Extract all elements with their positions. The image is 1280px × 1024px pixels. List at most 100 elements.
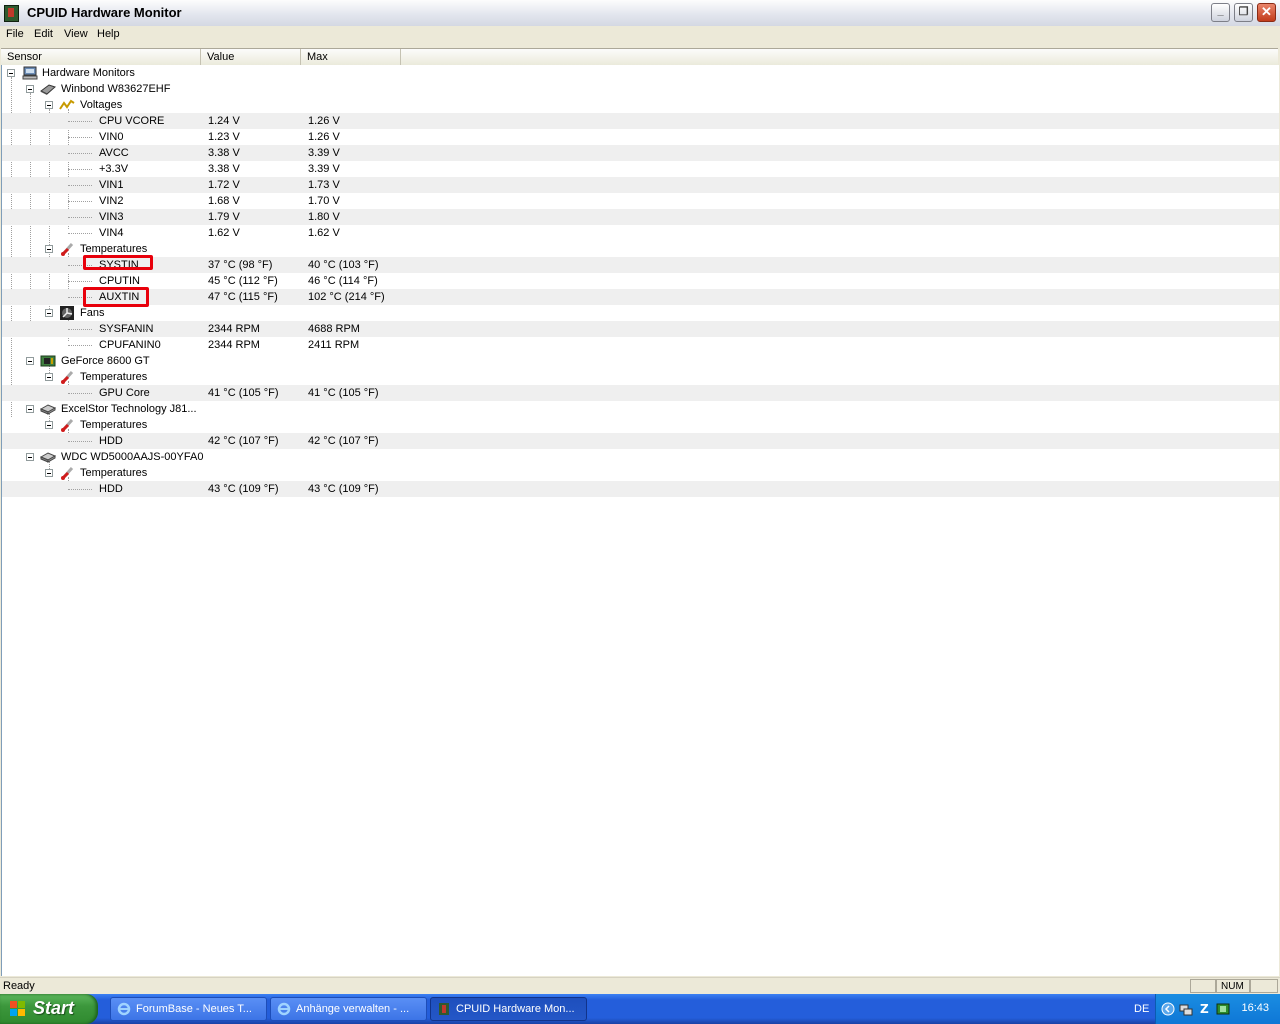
sensor-value: 3.38 V — [208, 163, 240, 175]
tree-row-temperatures[interactable]: Temperatures — [2, 417, 1279, 433]
tree-row-fans[interactable]: Fans — [2, 305, 1279, 321]
hardware-monitor-tray-icon[interactable] — [1216, 1001, 1230, 1016]
taskbar-item-cpuid[interactable]: CPUID Hardware Mon... — [430, 997, 587, 1021]
sensor-value: 45 °C (112 °F) — [208, 275, 278, 287]
sensor-row[interactable]: SYSTIN 37 °C (98 °F) 40 °C (103 °F) — [2, 257, 1279, 273]
sensor-max: 3.39 V — [308, 163, 340, 175]
sensor-row[interactable]: HDD 43 °C (109 °F) 43 °C (109 °F) — [2, 481, 1279, 497]
tree-row-voltages[interactable]: Voltages — [2, 97, 1279, 113]
column-max[interactable]: Max — [301, 49, 401, 65]
sensor-value: 1.23 V — [208, 131, 240, 143]
sensor-row[interactable]: CPUFANIN0 2344 RPM 2411 RPM — [2, 337, 1279, 353]
sensor-row[interactable]: VIN1 1.72 V 1.73 V — [2, 177, 1279, 193]
sensor-row[interactable]: CPUTIN 45 °C (112 °F) 46 °C (114 °F) — [2, 273, 1279, 289]
sensor-tree[interactable]: Hardware Monitors Winbond W83627EHF Volt… — [1, 65, 1279, 976]
sensor-max: 42 °C (107 °F) — [308, 435, 379, 447]
collapse-icon[interactable] — [45, 421, 53, 429]
sensor-row[interactable]: VIN2 1.68 V 1.70 V — [2, 193, 1279, 209]
tree-label: Temperatures — [80, 419, 148, 431]
sensor-row[interactable]: VIN0 1.23 V 1.26 V — [2, 129, 1279, 145]
computer-icon — [22, 66, 38, 80]
sensor-value: 42 °C (107 °F) — [208, 435, 279, 447]
collapse-icon[interactable] — [26, 453, 34, 461]
highlight-mark-auxtin — [83, 287, 149, 307]
close-icon: ✕ — [1261, 4, 1272, 19]
tray-expand-icon[interactable] — [1161, 1002, 1175, 1016]
sensor-row[interactable]: VIN4 1.62 V 1.62 V — [2, 225, 1279, 241]
minimize-button[interactable]: _ — [1211, 3, 1230, 22]
collapse-icon[interactable] — [45, 309, 53, 317]
collapse-icon[interactable] — [26, 85, 34, 93]
status-text: Ready — [3, 980, 35, 992]
sensor-row[interactable]: CPU VCORE 1.24 V 1.26 V — [2, 113, 1279, 129]
tree-row-temperatures[interactable]: Temperatures — [2, 369, 1279, 385]
close-button[interactable]: ✕ — [1257, 3, 1276, 22]
language-indicator[interactable]: DE — [1134, 1003, 1149, 1015]
hard-drive-icon — [40, 452, 56, 463]
sensor-value: 1.68 V — [208, 195, 240, 207]
title-bar[interactable]: CPUID Hardware Monitor _ ❐ ✕ — [0, 0, 1280, 27]
tree-row-geforce[interactable]: GeForce 8600 GT — [2, 353, 1279, 369]
collapse-icon[interactable] — [7, 69, 15, 77]
tree-row-excelstor[interactable]: ExcelStor Technology J81... — [2, 401, 1279, 417]
voltage-icon — [59, 99, 75, 110]
start-label: Start — [33, 998, 75, 1018]
collapse-icon[interactable] — [45, 469, 53, 477]
tree-connector — [68, 121, 92, 122]
column-value[interactable]: Value — [201, 49, 301, 65]
tree-row-wdc[interactable]: WDC WD5000AAJS-00YFA0 — [2, 449, 1279, 465]
sensor-value: 43 °C (109 °F) — [208, 483, 279, 495]
hard-drive-icon — [40, 404, 56, 415]
tree-connector — [68, 345, 92, 346]
tree-row-root[interactable]: Hardware Monitors — [2, 65, 1279, 81]
taskbar-item-forumbase[interactable]: ForumBase - Neues T... — [110, 997, 267, 1021]
restore-button[interactable]: ❐ — [1234, 3, 1253, 22]
minimize-icon: _ — [1217, 5, 1224, 17]
sensor-row[interactable]: HDD 42 °C (107 °F) 42 °C (107 °F) — [2, 433, 1279, 449]
tree-label: Winbond W83627EHF — [61, 83, 171, 95]
menu-file[interactable]: File — [6, 28, 24, 40]
sensor-row[interactable]: AVCC 3.38 V 3.39 V — [2, 145, 1279, 161]
sensor-name: VIN2 — [99, 195, 124, 207]
menu-view[interactable]: View — [64, 28, 88, 40]
status-pane — [1190, 979, 1216, 993]
sensor-row[interactable]: AUXTIN 47 °C (115 °F) 102 °C (214 °F) — [2, 289, 1279, 305]
sensor-max: 1.80 V — [308, 211, 340, 223]
tree-label: Temperatures — [80, 371, 148, 383]
collapse-icon[interactable] — [26, 405, 34, 413]
menu-edit[interactable]: Edit — [34, 28, 53, 40]
start-button[interactable]: Start — [0, 994, 98, 1024]
taskbar-item-anhaenge[interactable]: Anhänge verwalten - ... — [270, 997, 427, 1021]
sensor-name: VIN1 — [99, 179, 124, 191]
graphics-card-icon — [40, 355, 56, 367]
collapse-icon[interactable] — [45, 245, 53, 253]
window-title: CPUID Hardware Monitor — [27, 5, 182, 20]
collapse-icon[interactable] — [45, 101, 53, 109]
sensor-row[interactable]: +3.3V 3.38 V 3.39 V — [2, 161, 1279, 177]
collapse-icon[interactable] — [45, 373, 53, 381]
restore-icon: ❐ — [1238, 6, 1249, 18]
tree-label: Temperatures — [80, 243, 148, 255]
column-sensor[interactable]: Sensor — [1, 49, 201, 65]
tree-row-temperatures[interactable]: Temperatures — [2, 241, 1279, 257]
sensor-row[interactable]: VIN3 1.79 V 1.80 V — [2, 209, 1279, 225]
network-icon[interactable] — [1179, 1002, 1193, 1016]
tree-label: Temperatures — [80, 467, 148, 479]
sensor-name: +3.3V — [99, 163, 129, 175]
internet-explorer-icon — [117, 1002, 131, 1016]
sensor-value: 2344 RPM — [208, 339, 260, 351]
tree-row-temperatures[interactable]: Temperatures — [2, 465, 1279, 481]
taskbar-item-label: Anhänge verwalten - ... — [296, 1003, 410, 1015]
taskbar: Start ForumBase - Neues T... Anhänge ver… — [0, 994, 1280, 1024]
tree-label: Hardware Monitors — [42, 67, 135, 79]
sensor-row[interactable]: GPU Core 41 °C (105 °F) 41 °C (105 °F) — [2, 385, 1279, 401]
sensor-name: VIN4 — [99, 227, 124, 239]
collapse-icon[interactable] — [26, 357, 34, 365]
zonealarm-icon[interactable]: Z — [1198, 1001, 1212, 1016]
tree-connector — [68, 441, 92, 442]
tree-row-winbond[interactable]: Winbond W83627EHF — [2, 81, 1279, 97]
clock[interactable]: 16:43 — [1241, 1002, 1269, 1014]
thermometer-icon — [61, 466, 74, 480]
sensor-row[interactable]: SYSFANIN 2344 RPM 4688 RPM — [2, 321, 1279, 337]
menu-help[interactable]: Help — [97, 28, 120, 40]
